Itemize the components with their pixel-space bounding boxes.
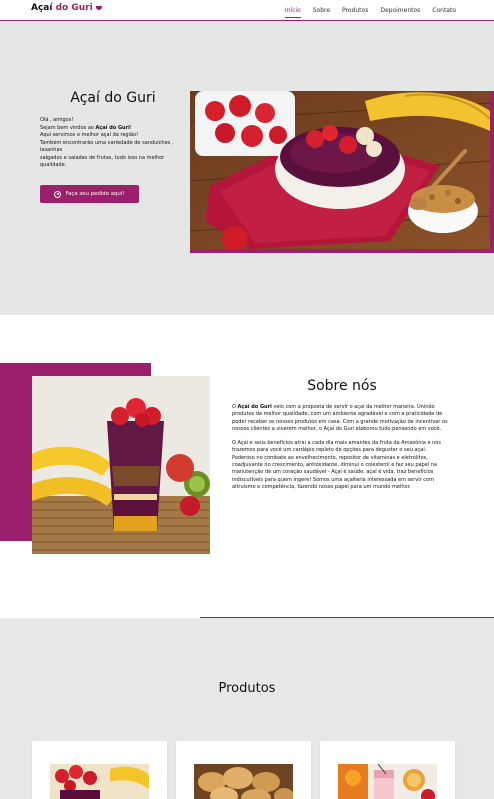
hero-acai-bowl-illustration — [190, 91, 490, 249]
hero-line-1: Olá , amigos! — [40, 117, 74, 123]
nav-produtos[interactable]: Produtos — [342, 7, 368, 14]
main-nav: Início Sobre Produtos Depoimentos Contat… — [284, 0, 456, 21]
whatsapp-icon — [54, 190, 62, 198]
nav-contato[interactable]: Contato — [432, 7, 456, 14]
about-title: Sobre nós — [307, 378, 377, 394]
product-image-drinks — [338, 764, 437, 799]
nav-inicio[interactable]: Início — [284, 7, 301, 18]
hero-line-2-prefix: Sejam bem vindos ao — [40, 124, 96, 131]
hero-line-3: Aqui servimos o melhor açaí da região! — [40, 132, 139, 138]
product-card[interactable] — [176, 741, 311, 799]
hero-title: Açaí do Guri — [70, 90, 156, 106]
product-image-salgados — [194, 764, 293, 799]
products-section: Produtos — [0, 619, 494, 799]
hero-line-2-suffix: ! — [129, 124, 132, 131]
about-paragraph-1: O Açaí do Guri veio com a proposta de se… — [232, 404, 448, 433]
hero-text: Olá , amigos! Sejam bem vindos ao Açaí d… — [40, 117, 188, 170]
hero-line-5: salgados e saladas de frutas, tudo isso … — [40, 154, 165, 169]
about-acai-cup-image — [32, 376, 210, 554]
logo-text-part2: do Guri — [55, 3, 93, 13]
hero-line-2-brand: Açaí do Guri — [95, 124, 130, 131]
about-text: O Açaí do Guri veio com a proposta de se… — [232, 404, 448, 498]
order-button[interactable]: Faça seu pedido aqui! — [40, 185, 139, 203]
logo[interactable]: Açaí do Guri — [31, 3, 102, 13]
bowl-icon — [95, 5, 102, 10]
about-paragraph-2: O Açaí e seus benefícios atrai a cada di… — [232, 440, 441, 490]
nav-sobre[interactable]: Sobre — [313, 7, 330, 14]
product-drinks-illustration — [338, 764, 437, 799]
about-section: Sobre nós O Açaí do Guri veio com a prop… — [0, 315, 494, 618]
about-divider — [200, 617, 494, 618]
nav-depoimentos[interactable]: Depoimentos — [380, 7, 420, 14]
order-button-label: Faça seu pedido aqui! — [65, 191, 125, 197]
products-title: Produtos — [218, 681, 276, 696]
hero-line-4: Também encontrarão uma variedade de sand… — [40, 139, 174, 154]
product-salgados-illustration — [194, 764, 293, 799]
hero-acai-bowl-image — [190, 91, 494, 253]
top-header: Açaí do Guri Início Sobre Produtos Depoi… — [0, 0, 494, 21]
about-p1-brand: Açaí do Guri — [237, 404, 272, 410]
product-card[interactable] — [320, 741, 455, 799]
hero-section: Açaí do Guri Olá , amigos! Sejam bem vin… — [0, 22, 494, 314]
product-card[interactable] — [32, 741, 167, 799]
logo-text-part1: Açaí — [31, 3, 56, 13]
hero-line-2: Sejam bem vindos ao Açaí do Guri! — [40, 125, 188, 133]
about-acai-cup-illustration — [32, 376, 210, 554]
product-image-acai — [50, 764, 149, 799]
product-acai-illustration — [50, 764, 149, 799]
